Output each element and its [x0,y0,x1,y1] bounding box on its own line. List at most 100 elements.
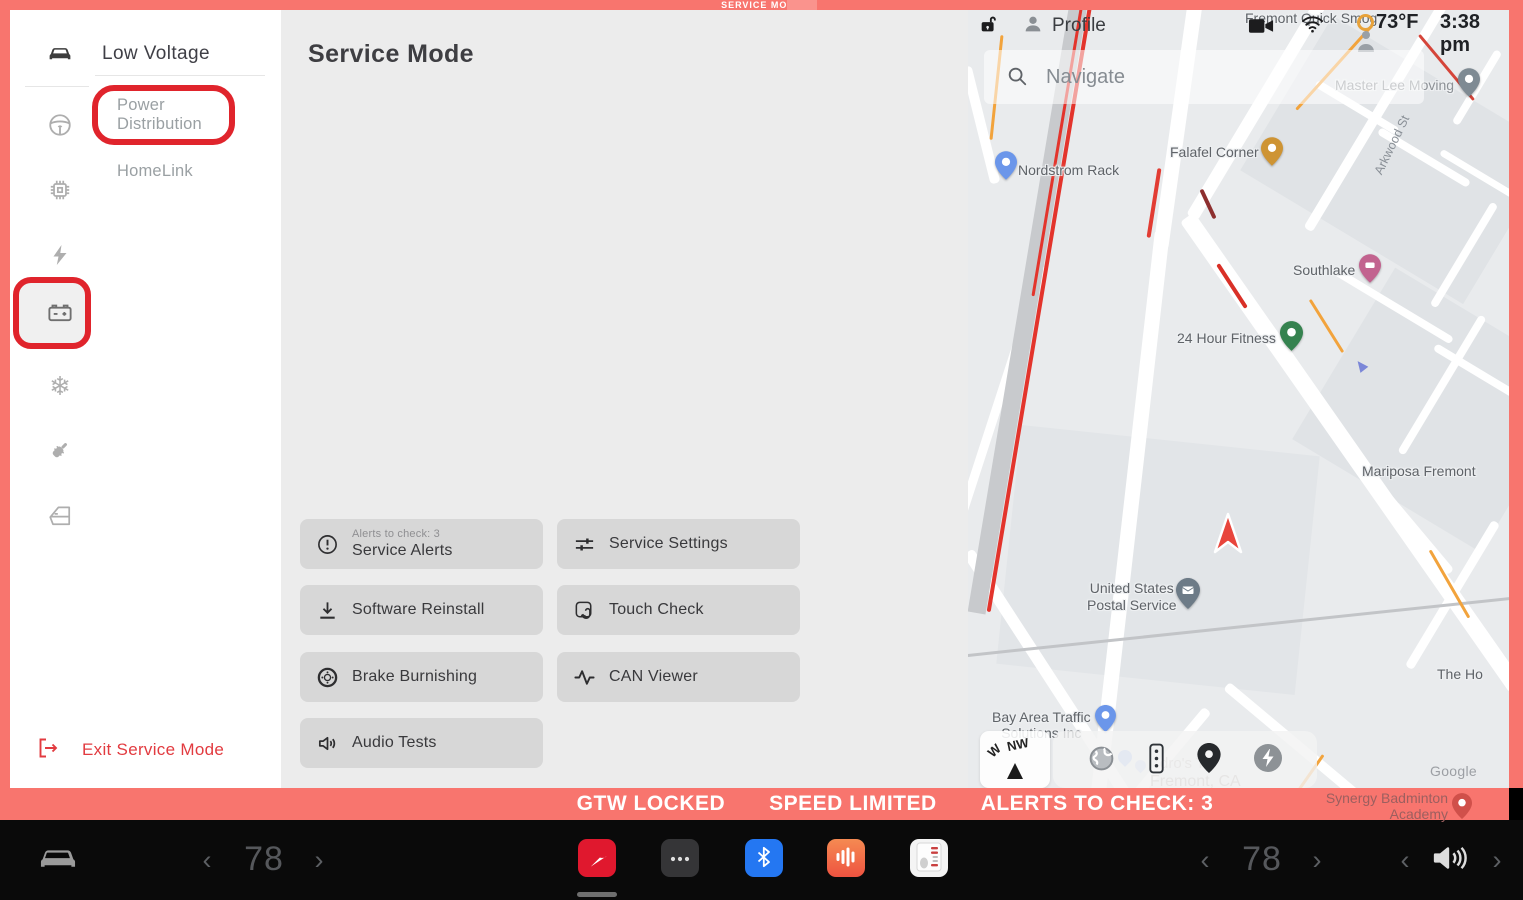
chevron-right-icon: › [1493,847,1502,874]
touch-check-icon [573,599,596,622]
software-reinstall-button[interactable]: Software Reinstall [300,585,543,635]
compass-widget[interactable]: W NW [980,731,1050,788]
sidebar-item-high-voltage[interactable] [34,234,86,278]
volume-icon [1431,841,1469,878]
passenger-temp-down-button[interactable]: ‹ [1192,840,1218,880]
audio-app-button[interactable] [827,839,865,877]
service-mode-left-border [0,10,10,788]
driver-temp-down-button[interactable]: ‹ [194,840,220,880]
service-mode-banner-notch [787,0,817,10]
compass-letter-w: W [985,741,1004,760]
navigate-placeholder: Navigate [1046,66,1125,89]
volume-down-button[interactable]: ‹ [1392,840,1418,880]
poi-label-bay-area-line1: Bay Area Traffic [992,709,1091,725]
globe-icon [1087,744,1116,776]
sidebar-item-vehicle[interactable] [34,33,86,77]
bluetooth-app-button[interactable] [745,839,783,877]
shock-absorber-icon [47,437,73,466]
touch-check-button[interactable]: Touch Check [557,585,800,635]
volume-button[interactable] [1424,836,1476,882]
alert-circle-icon [316,533,339,556]
poi-label-the-ho: The Ho [1437,666,1483,682]
active-app-indicator [577,892,617,897]
software-reinstall-label: Software Reinstall [352,601,485,619]
wrench-icon [585,845,609,872]
map-controls-panel [1053,731,1317,788]
passenger-temp-up-button[interactable]: › [1304,840,1330,880]
waveform-icon [573,666,596,689]
exit-icon [36,736,60,763]
poi-marker-ring-icon [1357,14,1374,31]
poi-label-southlake: Southlake [1293,262,1355,278]
powerwall-device-icon [916,842,942,875]
exit-service-mode-button[interactable]: Exit Service Mode [36,736,224,763]
sidebar-item-low-voltage[interactable] [34,291,86,335]
sidebar-item-power-distribution[interactable]: Power Distribution [117,96,227,134]
service-settings-button[interactable]: Service Settings [557,519,800,569]
sidebar-item-controller[interactable] [34,169,86,213]
charging-stations-button[interactable] [1253,743,1283,776]
ellipsis-icon [669,851,691,866]
status-alerts-to-check: ALERTS TO CHECK: 3 [981,792,1214,816]
brake-burnishing-button[interactable]: Brake Burnishing [300,652,543,702]
poi-pin-synergy-icon [1452,793,1472,824]
vehicle-controls-button[interactable] [30,838,86,882]
sidebar-item-closures[interactable] [34,494,86,538]
service-alerts-button[interactable]: Alerts to check: 3 Service Alerts [300,519,543,569]
traffic-light-icon [1148,743,1165,777]
app-launcher-button[interactable] [661,839,699,877]
car-icon [45,39,75,72]
service-alerts-sublabel: Alerts to check: 3 [352,528,440,540]
location-pin-icon [1197,743,1221,776]
sidebar-item-chassis[interactable] [34,429,86,473]
poi-label-fitness: 24 Hour Fitness [1177,330,1276,346]
sidebar-item-homelink[interactable]: HomeLink [117,162,193,181]
unlock-icon [978,12,1000,39]
car-icon [36,842,80,879]
sidebar-nav-divider [95,75,265,76]
audio-tests-button[interactable]: Audio Tests [300,718,543,768]
driver-temp-up-button[interactable]: › [306,840,332,880]
map-block [996,425,1319,695]
powerwall-app-button[interactable] [910,839,948,877]
profile-button[interactable]: Profile [1022,13,1106,38]
sliders-icon [573,533,596,556]
brake-burnishing-label: Brake Burnishing [352,668,477,686]
map-pin-button[interactable] [1197,743,1221,776]
poi-label-usps-line1: United States [1087,580,1176,597]
service-settings-label: Service Settings [609,535,728,553]
volume-up-button[interactable]: › [1484,840,1510,880]
can-viewer-label: CAN Viewer [609,668,698,686]
sidebar-item-steering[interactable] [34,104,86,148]
sidebar-section-title: Low Voltage [102,43,210,65]
poi-label-mariposa: Mariposa Fremont [1362,463,1476,479]
snowflake-icon: ❄ [49,373,71,399]
poi-pin-traffic-solutions-icon [1095,705,1117,734]
poi-label-falafel: Falafel Corner [1170,144,1259,160]
poi-pin-restaurant-icon [1261,137,1283,166]
car-door-icon [47,502,73,531]
navigate-search-input[interactable]: Navigate [984,50,1424,104]
compass-letter-nw: NW [1006,735,1030,754]
poi-label-nordstrom: Nordstrom Rack [1018,162,1119,178]
vehicle-location-arrow [1212,512,1244,561]
tesla-service-mode-screen: ❄ Low Voltage Power Distribution HomeLin… [0,0,1523,900]
audio-tests-label: Audio Tests [352,734,437,752]
navigation-map[interactable]: Nordstrom Rack Falafel Corner Arkwood St… [968,10,1509,788]
google-watermark: Google [1430,763,1477,779]
map-style-globe-button[interactable] [1087,744,1116,776]
profile-label: Profile [1052,15,1106,37]
service-app-button[interactable] [578,839,616,877]
compass-needle-icon [1007,763,1023,779]
lock-button[interactable] [978,12,1000,39]
traffic-toggle-button[interactable] [1148,743,1165,777]
service-alerts-label: Service Alerts [352,542,453,560]
driver-temp-display[interactable]: 78 [232,834,296,884]
service-mode-right-border [1509,10,1523,788]
poi-label-synergy-line2: Academy [1320,806,1448,822]
passenger-temp-display[interactable]: 78 [1230,834,1294,884]
chevron-right-icon: › [315,847,324,874]
can-viewer-button[interactable]: CAN Viewer [557,652,800,702]
profile-icon [1022,13,1044,38]
sidebar-item-thermal[interactable]: ❄ [34,364,86,408]
